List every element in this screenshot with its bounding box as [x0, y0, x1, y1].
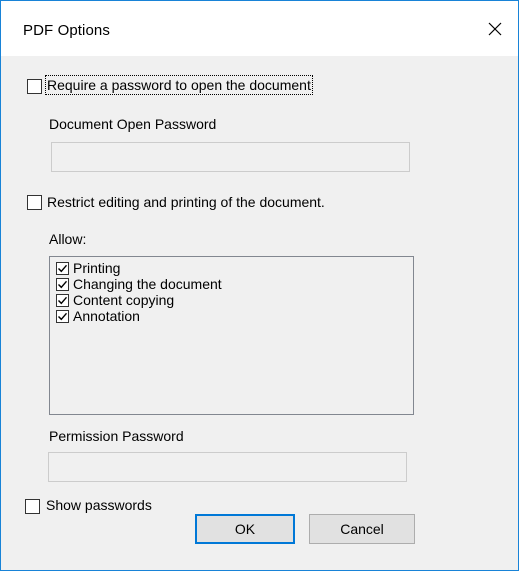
- changing-document-checkbox[interactable]: [56, 277, 69, 291]
- printing-label: Printing: [73, 260, 121, 276]
- checkmark-icon: [58, 280, 68, 288]
- checkmark-icon: [58, 296, 68, 304]
- close-button[interactable]: [472, 1, 518, 56]
- printing-checkbox[interactable]: [56, 261, 69, 275]
- permission-password-field[interactable]: [48, 452, 407, 482]
- content-copying-label: Content copying: [73, 292, 175, 308]
- show-passwords-checkbox[interactable]: [25, 499, 40, 514]
- annotation-label: Annotation: [73, 308, 140, 324]
- checkmark-icon: [58, 312, 68, 320]
- restrict-editing-checkbox[interactable]: [27, 195, 42, 210]
- dialog-body: Require a password to open the document …: [1, 56, 518, 570]
- show-passwords-label[interactable]: Show passwords: [46, 497, 152, 513]
- close-icon: [488, 22, 502, 35]
- dialog-title: PDF Options: [23, 22, 110, 39]
- list-item-changing-document[interactable]: Changing the document: [56, 276, 222, 292]
- annotation-checkbox[interactable]: [56, 309, 69, 323]
- cancel-button[interactable]: Cancel: [309, 514, 415, 544]
- require-password-label[interactable]: Require a password to open the document: [45, 75, 313, 95]
- list-item-content-copying[interactable]: Content copying: [56, 292, 174, 308]
- document-open-password-label: Document Open Password: [49, 116, 217, 132]
- checkmark-icon: [58, 264, 68, 272]
- changing-document-label: Changing the document: [73, 276, 222, 292]
- allow-label: Allow:: [49, 231, 87, 247]
- permission-password-label: Permission Password: [49, 428, 184, 444]
- ok-button[interactable]: OK: [195, 514, 295, 544]
- restrict-editing-label[interactable]: Restrict editing and printing of the doc…: [47, 194, 325, 210]
- document-open-password-field[interactable]: [51, 142, 410, 172]
- content-copying-checkbox[interactable]: [56, 293, 69, 307]
- list-item-annotation[interactable]: Annotation: [56, 308, 140, 324]
- list-item-printing[interactable]: Printing: [56, 260, 120, 276]
- require-password-checkbox[interactable]: [27, 79, 42, 94]
- pdf-options-dialog: PDF Options Require a password to open t…: [0, 0, 519, 571]
- permissions-list[interactable]: Printing Changing the document Content c…: [49, 256, 414, 415]
- title-bar: PDF Options: [1, 1, 518, 56]
